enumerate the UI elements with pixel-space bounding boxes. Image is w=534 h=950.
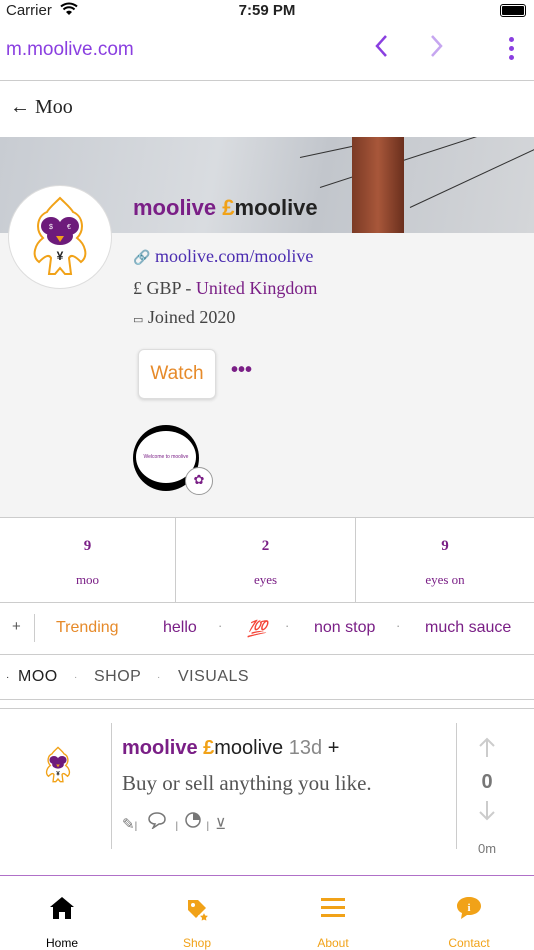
menu-icon xyxy=(278,894,388,924)
stats-bar: 9 moo 2 eyes 9 eyes on xyxy=(0,517,534,603)
tab-separator: · xyxy=(74,672,78,683)
kebab-menu-icon[interactable] xyxy=(508,37,516,64)
svg-text:€: € xyxy=(67,224,71,231)
currency-symbol: £ xyxy=(222,195,235,220)
tab-indicator: · xyxy=(6,672,10,683)
profile-handle: moolive xyxy=(234,195,318,220)
tag-divider xyxy=(34,614,35,642)
tab-shop[interactable]: SHOP xyxy=(94,668,141,686)
banner-pole xyxy=(352,137,404,233)
post-time: 0m xyxy=(477,841,497,856)
tag-non-stop[interactable]: non stop xyxy=(314,619,375,637)
post-actions: ✎| | | ⊻ xyxy=(122,811,226,833)
info-icon: i xyxy=(414,894,524,924)
bottom-navigation: Home Shop About i Contact xyxy=(0,876,534,950)
battery-icon xyxy=(500,4,526,17)
joined-label: Joined 2020 xyxy=(147,307,236,327)
avatar[interactable]: $ € ¥ xyxy=(8,185,112,289)
country-link[interactable]: United Kingdom xyxy=(196,278,318,298)
vote-panel: 0 0m xyxy=(456,723,517,856)
browser-bar: m.moolive.com xyxy=(0,22,534,81)
shop-icon xyxy=(142,894,252,924)
story-badge-icon: ✿ xyxy=(185,467,213,495)
post-age: 13d xyxy=(288,737,323,759)
nav-home-label: Home xyxy=(45,936,78,950)
tag-separator: · xyxy=(396,618,401,633)
moolive-logo-icon: $ € ¥ xyxy=(33,196,87,275)
stat-label: moo xyxy=(75,572,100,587)
forward-chevron-icon[interactable] xyxy=(428,32,446,68)
profile-link[interactable]: moolive.com/moolive xyxy=(155,246,313,266)
tag-separator: · xyxy=(218,618,223,633)
post-header: moolive £moolive 13d + xyxy=(122,737,339,760)
stat-value: 9 xyxy=(83,538,92,554)
more-options-button[interactable]: ••• xyxy=(231,359,252,382)
home-icon xyxy=(7,894,117,924)
story-bubble[interactable]: Welcome to moolive ✿ xyxy=(133,425,213,495)
nav-about-label: About xyxy=(317,936,349,950)
back-link[interactable]: ← Moo xyxy=(10,96,73,119)
moolive-logo-icon: ¥ xyxy=(45,746,71,783)
svg-text:¥: ¥ xyxy=(56,770,60,777)
post-author-handle[interactable]: moolive xyxy=(214,737,283,759)
back-chevron-icon[interactable] xyxy=(372,32,390,68)
nav-shop-label: Shop xyxy=(182,936,212,950)
link-icon: 🔗 xyxy=(133,251,151,266)
svg-text:i: i xyxy=(467,902,470,914)
tag-100[interactable]: 💯 xyxy=(247,619,267,639)
tag-much-sauce[interactable]: much sauce xyxy=(425,619,511,637)
status-bar: Carrier 7:59 PM xyxy=(0,0,534,22)
expand-icon[interactable]: ⊻ xyxy=(215,816,226,833)
post-currency-symbol: £ xyxy=(203,737,215,759)
comment-icon[interactable] xyxy=(147,812,171,833)
post-text: Buy or sell anything you like. xyxy=(122,771,372,795)
stat-value: 2 xyxy=(261,538,270,554)
stat-eyes-on[interactable]: 9 eyes on xyxy=(356,518,534,602)
tag-trending[interactable]: Trending xyxy=(56,619,119,637)
stat-label: eyes on xyxy=(425,572,465,587)
tab-separator: · xyxy=(157,672,161,683)
profile-name: moolive £moolive xyxy=(133,195,318,221)
stat-value: 9 xyxy=(441,538,449,554)
profile-joined-row: ▭ Joined 2020 xyxy=(133,307,235,328)
tab-visuals[interactable]: VISUALS xyxy=(178,668,249,686)
tag-separator: · xyxy=(285,618,290,633)
post-follow-button[interactable]: + xyxy=(328,737,340,759)
chart-icon[interactable] xyxy=(184,812,206,833)
stat-eyes[interactable]: 2 eyes xyxy=(176,518,356,602)
svg-text:¥: ¥ xyxy=(57,249,64,263)
url-field[interactable]: m.moolive.com xyxy=(6,39,134,61)
tag-bar: + Trending hello · 💯 · non stop · much s… xyxy=(0,602,534,655)
add-tag-button[interactable]: + xyxy=(12,618,21,635)
stat-label: eyes xyxy=(253,572,278,587)
currency-info: £ GBP - xyxy=(133,278,196,298)
post-body: moolive £moolive 13d + Buy or sell anyth… xyxy=(111,723,456,849)
profile-display-name: moolive xyxy=(133,195,217,220)
profile-location-row: £ GBP - United Kingdom xyxy=(133,278,317,299)
post-card: ¥ moolive £moolive 13d + Buy or sell any… xyxy=(0,708,534,877)
downvote-arrow-icon[interactable] xyxy=(457,799,517,827)
content-tabs: · MOO · SHOP · VISUALS xyxy=(0,655,534,700)
tab-moo[interactable]: MOO xyxy=(18,668,58,686)
calendar-icon: ▭ xyxy=(133,314,144,326)
watch-button[interactable]: Watch xyxy=(138,349,216,399)
upvote-arrow-icon[interactable] xyxy=(457,737,517,765)
clock: 7:59 PM xyxy=(238,2,296,19)
post-author-name[interactable]: moolive xyxy=(122,737,198,759)
tag-hello[interactable]: hello xyxy=(163,619,197,637)
profile-link-row: 🔗 moolive.com/moolive xyxy=(133,246,313,267)
svg-text:$: $ xyxy=(49,224,53,231)
stat-moo[interactable]: 9 moo xyxy=(0,518,176,602)
nav-contact-label: Contact xyxy=(448,936,490,950)
profile-header: $ € ¥ moolive £moolive 🔗 moolive.com/moo… xyxy=(0,137,534,517)
edit-icon[interactable]: ✎ xyxy=(122,816,135,833)
vote-count: 0 xyxy=(481,771,493,793)
post-avatar[interactable]: ¥ xyxy=(35,742,81,788)
